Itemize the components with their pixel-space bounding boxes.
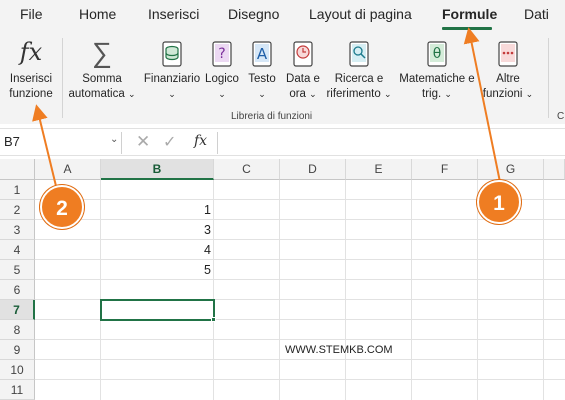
arrow-2 — [32, 104, 57, 187]
callout-badge-1: 1 — [477, 180, 521, 224]
arrow-1 — [463, 27, 501, 183]
callout-badge-2: 2 — [40, 185, 84, 229]
